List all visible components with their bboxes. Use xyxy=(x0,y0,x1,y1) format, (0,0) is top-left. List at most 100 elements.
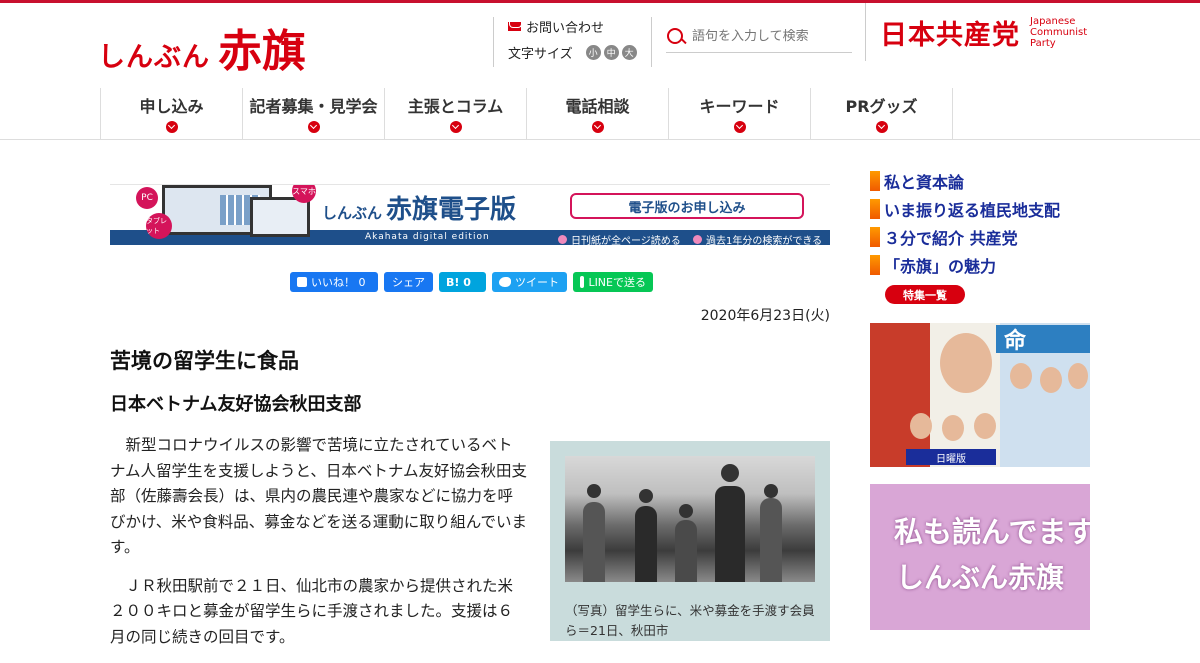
facebook-share-button[interactable]: シェア xyxy=(384,272,433,292)
font-size-label: 文字サイズ xyxy=(508,47,573,62)
portrait-image xyxy=(974,413,996,439)
reader-campaign-ad[interactable]: 私も読んでます しんぶん赤旗 xyxy=(870,484,1090,630)
tweet-label: ツイート xyxy=(515,276,559,289)
chevron-down-icon xyxy=(591,121,604,133)
line-icon xyxy=(580,276,585,288)
feature-link[interactable]: ３分で紹介 共産党 xyxy=(870,223,1060,251)
party-logo-link[interactable]: 日本共産党 Japanese Communist Party xyxy=(865,3,1087,61)
banner-feature-text: 日刊紙が全ページ読める xyxy=(571,236,681,245)
nav-item-label: 電話相談 xyxy=(565,97,630,116)
sidebar: 私と資本論 いま振り返る植民地支配 ３分で紹介 共産党 「赤旗」の魅力 特集一覧… xyxy=(870,140,1090,630)
font-size-medium-button[interactable]: 中 xyxy=(603,45,619,60)
article-paragraph: ＪＲ秋田駅前で２１日、仙北市の農家から提供された米２００キロと募金が留学生らに手… xyxy=(110,576,514,646)
hatena-bookmark-button[interactable]: B! 0 xyxy=(439,272,486,292)
search-icon[interactable] xyxy=(666,27,686,47)
chevron-down-icon xyxy=(165,121,178,133)
person-figure xyxy=(583,502,605,582)
nav-item-label: PRグッズ xyxy=(845,97,918,116)
party-name-en-line: Communist xyxy=(1030,26,1088,38)
banner-edition-text: Akahata digital edition xyxy=(365,232,490,242)
person-figure xyxy=(635,506,657,582)
feature-link-label: 私と資本論 xyxy=(884,173,965,192)
party-name-en-line: Japanese xyxy=(1030,15,1076,27)
site-logo[interactable]: しんぶん 赤旗 xyxy=(98,15,306,79)
ad-headline: 私も読んでます xyxy=(894,515,1090,549)
person-figure xyxy=(587,484,601,498)
portrait-image xyxy=(942,415,964,441)
all-features-button[interactable]: 特集一覧 xyxy=(885,285,965,304)
bullet-icon xyxy=(693,235,702,244)
logo-big-text: 赤旗 xyxy=(218,26,306,77)
chevron-down-icon xyxy=(733,121,746,133)
ad-headline-mark: 命 xyxy=(996,325,1090,354)
person-figure xyxy=(679,504,693,518)
digital-apply-button[interactable]: 電子版のお申し込み xyxy=(570,193,804,219)
feature-list: 私と資本論 いま振り返る植民地支配 ３分で紹介 共産党 「赤旗」の魅力 xyxy=(870,167,1060,279)
article-title: 苦境の留学生に食品 xyxy=(110,349,299,373)
nav-item-phone-consult[interactable]: 電話相談 xyxy=(527,88,669,140)
global-nav: 申し込み 記者募集・見学会 主張とコラム 電話相談 キーワード PRグッズ xyxy=(100,88,953,140)
feature-link[interactable]: 「赤旗」の魅力 xyxy=(870,251,1060,279)
person-figure xyxy=(764,484,778,498)
nav-item-label: 申し込み xyxy=(139,97,204,116)
digital-edition-banner[interactable]: PC スマホ タブレット しんぶん 赤旗電子版 Akahata digital e… xyxy=(110,184,830,245)
orange-bar-icon xyxy=(870,227,880,247)
article-date: 2020年6月23日(火) xyxy=(700,308,830,324)
nav-item-label: キーワード xyxy=(699,97,780,116)
tablet-screen-illustration xyxy=(250,197,310,237)
banner-title: しんぶん 赤旗電子版 xyxy=(322,189,516,226)
search-input[interactable] xyxy=(692,29,847,44)
nav-item-recruit[interactable]: 記者募集・見学会 xyxy=(243,88,385,140)
article-subtitle: 日本ベトナム友好協会秋田支部 xyxy=(110,394,362,415)
sunday-edition-label: 日曜版 xyxy=(906,449,996,465)
nav-item-pr-goods[interactable]: PRグッズ xyxy=(811,88,953,140)
like-label: いいね！ 0 xyxy=(311,276,366,289)
banner-feature: 日刊紙が全ページ読める xyxy=(558,232,681,245)
ad-headline: しんぶん赤旗 xyxy=(896,561,1065,594)
article-photo-image[interactable] xyxy=(565,456,815,582)
orange-bar-icon xyxy=(870,199,880,219)
orange-bar-icon xyxy=(870,255,880,275)
portrait-image xyxy=(1010,363,1032,389)
nav-item-subscribe[interactable]: 申し込み xyxy=(101,88,243,140)
portrait-image xyxy=(910,413,932,439)
article-paragraph: 新型コロナウイルスの影響で苦境に立たされているベトナム人留学生を支援しようと、日… xyxy=(110,436,527,556)
portrait-image xyxy=(940,333,992,393)
feature-link[interactable]: いま振り返る植民地支配 xyxy=(870,195,1060,223)
person-figure xyxy=(639,489,653,503)
sunday-edition-ad[interactable]: 命 日曜版 xyxy=(870,323,1090,467)
search-area xyxy=(651,17,852,67)
twitter-bird-icon xyxy=(499,277,511,287)
thumbs-up-icon xyxy=(297,277,307,287)
font-size-small-button[interactable]: 小 xyxy=(585,45,601,60)
nav-item-label: 記者募集・見学会 xyxy=(249,97,378,116)
article-body: 新型コロナウイルスの影響で苦境に立たされているベトナム人留学生を支援しようと、日… xyxy=(110,433,528,663)
nav-item-label: 主張とコラム xyxy=(407,97,504,116)
facebook-like-button[interactable]: いいね！ 0 xyxy=(290,272,378,292)
font-size-large-button[interactable]: 大 xyxy=(621,45,637,60)
logo-small-text: しんぶん xyxy=(98,42,210,73)
smartphone-badge: スマホ xyxy=(292,185,316,203)
article-photo: （写真）留学生らに、米や募金を手渡す会員ら＝21日、秋田市 xyxy=(550,441,830,641)
photo-caption: （写真）留学生らに、米や募金を手渡す会員ら＝21日、秋田市 xyxy=(565,603,815,638)
contact-label: お問い合わせ xyxy=(526,21,605,36)
party-name-en-line: Party xyxy=(1030,37,1056,49)
feature-link-label: ３分で紹介 共産党 xyxy=(884,229,1018,248)
site-header: しんぶん 赤旗 お問い合わせ 文字サイズ 小 中 大 日本共産党 Japanes… xyxy=(0,3,1200,140)
orange-bar-icon xyxy=(870,171,880,191)
contact-link[interactable]: お問い合わせ xyxy=(508,17,637,36)
feature-link[interactable]: 私と資本論 xyxy=(870,167,1060,195)
nav-item-keywords[interactable]: キーワード xyxy=(669,88,811,140)
line-share-button[interactable]: LINEで送る xyxy=(573,272,653,292)
banner-title-small: しんぶん xyxy=(322,204,383,222)
font-size-switcher: 文字サイズ 小 中 大 xyxy=(508,43,637,62)
search-box xyxy=(666,21,852,53)
nav-item-editorials[interactable]: 主張とコラム xyxy=(385,88,527,140)
tweet-button[interactable]: ツイート xyxy=(492,272,567,292)
social-buttons: いいね！ 0 シェア B! 0 ツイート LINEで送る xyxy=(290,272,653,292)
tablet-badge: タブレット xyxy=(146,213,172,239)
party-name-jp: 日本共産党 xyxy=(880,19,1020,51)
person-figure xyxy=(760,498,782,582)
utility-links: お問い合わせ 文字サイズ 小 中 大 xyxy=(493,17,637,67)
feature-link-label: いま振り返る植民地支配 xyxy=(884,201,1061,220)
